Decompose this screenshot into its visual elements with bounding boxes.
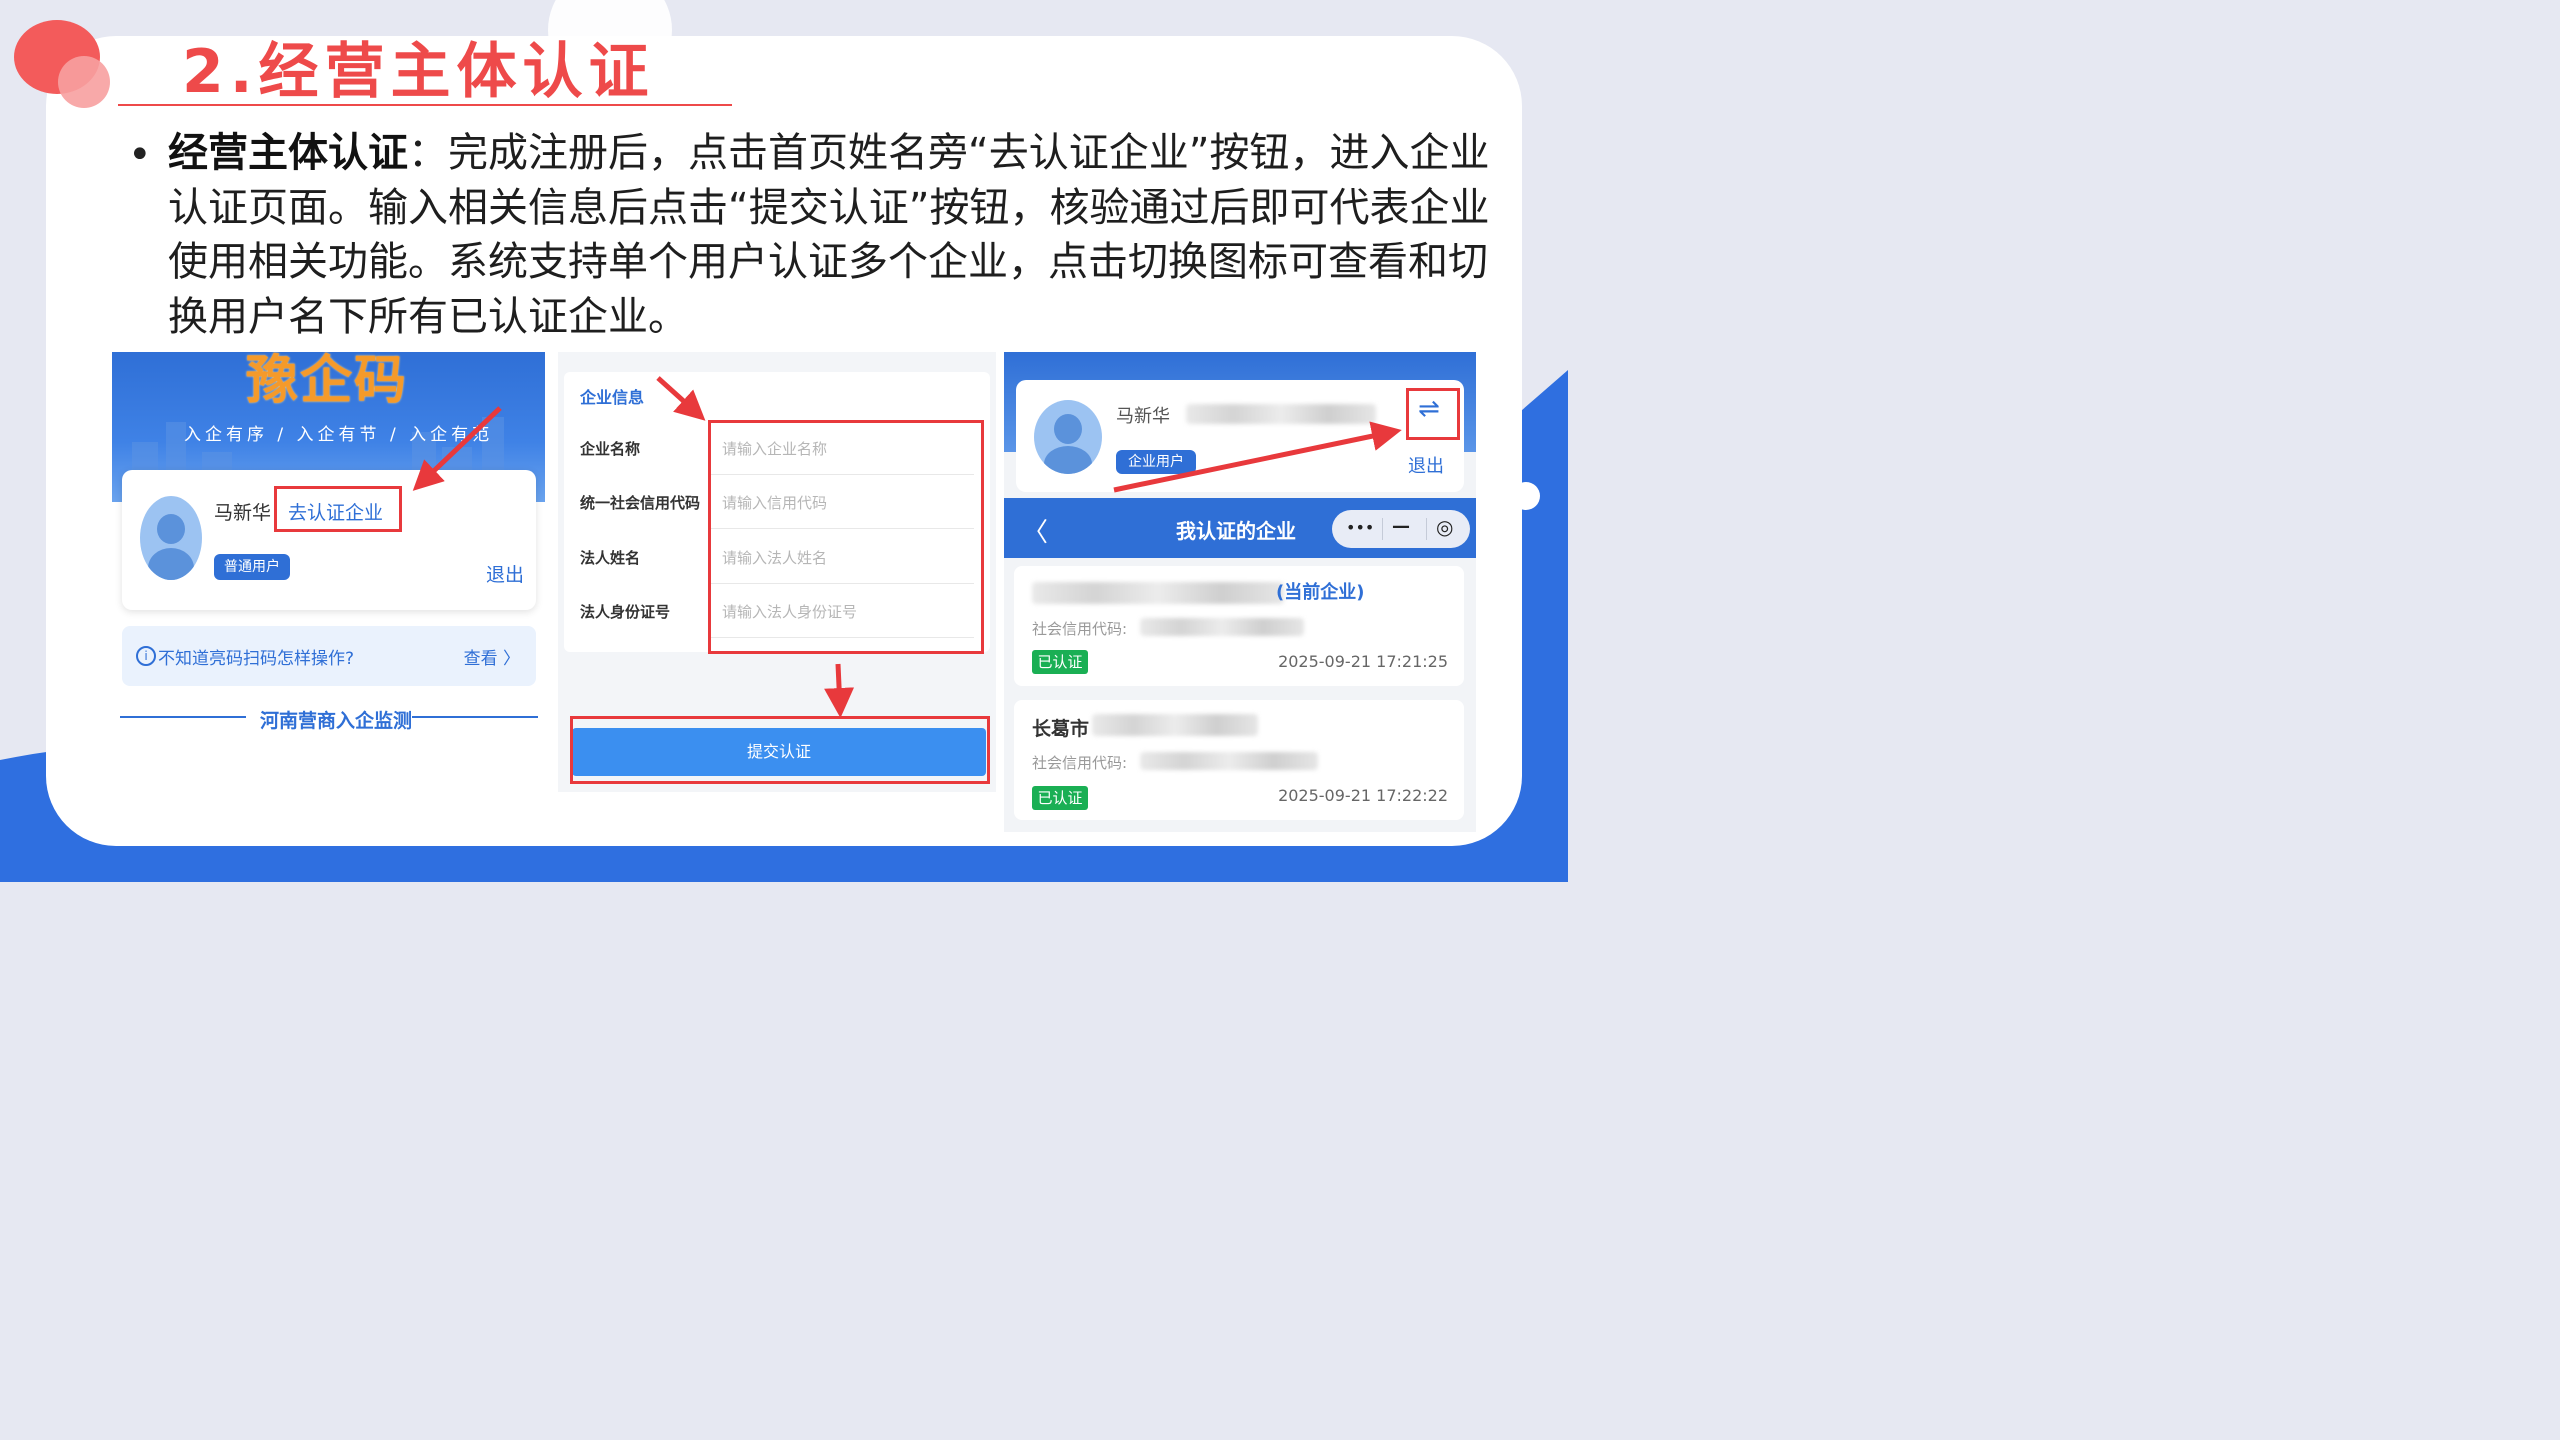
nav-title: 我认证的企业 xyxy=(1176,519,1296,543)
verified-badge: 已认证 xyxy=(1032,650,1088,674)
field-label: 法人姓名 xyxy=(580,549,641,567)
slide-title: 2.经营主体认证 xyxy=(182,37,655,107)
blurred-enterprise-name xyxy=(1032,582,1284,604)
bullet-paragraph: 经营主体认证：完成注册后，点击首页姓名旁“去认证企业”按钮，进入企业认证页面。输… xyxy=(168,126,1518,344)
enterprise-name: 长葛市 xyxy=(1032,718,1090,740)
user-name: 马新华 xyxy=(1116,406,1170,427)
footer-line-left xyxy=(120,716,246,718)
view-link[interactable]: 查看 〉 xyxy=(464,644,520,669)
title-underline xyxy=(118,104,732,106)
logout-link[interactable]: 退出 xyxy=(486,560,524,587)
help-tip-text: 不知道亮码扫码怎样操作? xyxy=(158,649,355,669)
back-icon[interactable]: 〈 xyxy=(1022,512,1048,549)
verified-badge: 已认证 xyxy=(1032,786,1088,810)
screenshot-my-enterprises: 马新华 企业用户 退出 ⇌ 〈 我认证的企业 ••• — ◎ (当前企业) 社会… xyxy=(1004,352,1476,832)
help-tip-bar[interactable]: i 不知道亮码扫码怎样操作? 查看 〉 xyxy=(122,626,536,686)
info-icon: i xyxy=(136,646,156,666)
verified-time: 2025-09-21 17:22:22 xyxy=(1278,786,1448,805)
enterprise-user-card: 马新华 企业用户 退出 ⇌ xyxy=(1016,380,1464,492)
credit-code-label: 社会信用代码: xyxy=(1032,754,1128,772)
highlight-box xyxy=(708,420,984,654)
highlight-box xyxy=(570,716,990,784)
app-slogan: 入企有序 / 入企有节 / 入企有范 xyxy=(184,425,494,445)
field-label: 统一社会信用代码 xyxy=(580,494,701,512)
minimize-icon[interactable]: — xyxy=(1392,516,1410,537)
miniprogram-capsule: ••• — ◎ xyxy=(1332,510,1470,548)
user-name: 马新华 xyxy=(214,502,272,524)
current-enterprise-tag: (当前企业) xyxy=(1276,582,1365,603)
form-section-title: 企业信息 xyxy=(580,388,645,407)
enterprise-item[interactable]: (当前企业) 社会信用代码: 已认证 2025-09-21 17:21:25 xyxy=(1014,566,1464,686)
capsule-divider xyxy=(1382,518,1383,540)
footer-brand: 河南营商入企监测 xyxy=(260,710,413,732)
logout-link[interactable]: 退出 xyxy=(1408,452,1444,478)
footer-line-right xyxy=(412,716,538,718)
enterprise-item[interactable]: 长葛市 社会信用代码: 已认证 2025-09-21 17:22:22 xyxy=(1014,700,1464,820)
user-avatar xyxy=(1034,400,1102,474)
role-badge: 普通用户 xyxy=(214,554,290,580)
screenshot-certify-form: 企业信息 企业名称 请输入企业名称 统一社会信用代码 请输入信用代码 法人姓名 … xyxy=(558,352,996,792)
decor-dot-small xyxy=(58,56,110,108)
credit-code-label: 社会信用代码: xyxy=(1032,620,1128,638)
highlight-box xyxy=(274,486,402,532)
bullet-lead: 经营主体认证 xyxy=(168,130,408,176)
blurred-credit-code xyxy=(1140,618,1304,636)
nav-bar: 〈 我认证的企业 ••• — ◎ xyxy=(1004,498,1476,558)
close-icon[interactable]: ◎ xyxy=(1436,515,1453,539)
field-label: 企业名称 xyxy=(580,440,641,458)
user-avatar xyxy=(140,496,202,580)
app-logo: 豫企码 xyxy=(246,352,409,411)
role-badge: 企业用户 xyxy=(1116,450,1196,474)
blurred-enterprise-name xyxy=(1186,404,1376,424)
user-card: 马新华 去认证企业 普通用户 退出 xyxy=(122,470,536,610)
blurred-credit-code xyxy=(1140,752,1318,770)
more-icon[interactable]: ••• xyxy=(1346,518,1374,537)
screenshot-home: 豫企码 入企有序 / 入企有节 / 入企有范 马新华 去认证企业 普通用户 退出… xyxy=(112,352,545,742)
verified-time: 2025-09-21 17:21:25 xyxy=(1278,652,1448,671)
blurred-enterprise-name xyxy=(1092,714,1258,736)
highlight-box xyxy=(1406,388,1460,440)
capsule-divider xyxy=(1426,518,1427,540)
field-label: 法人身份证号 xyxy=(580,603,671,621)
bullet-marker: • xyxy=(128,132,152,178)
